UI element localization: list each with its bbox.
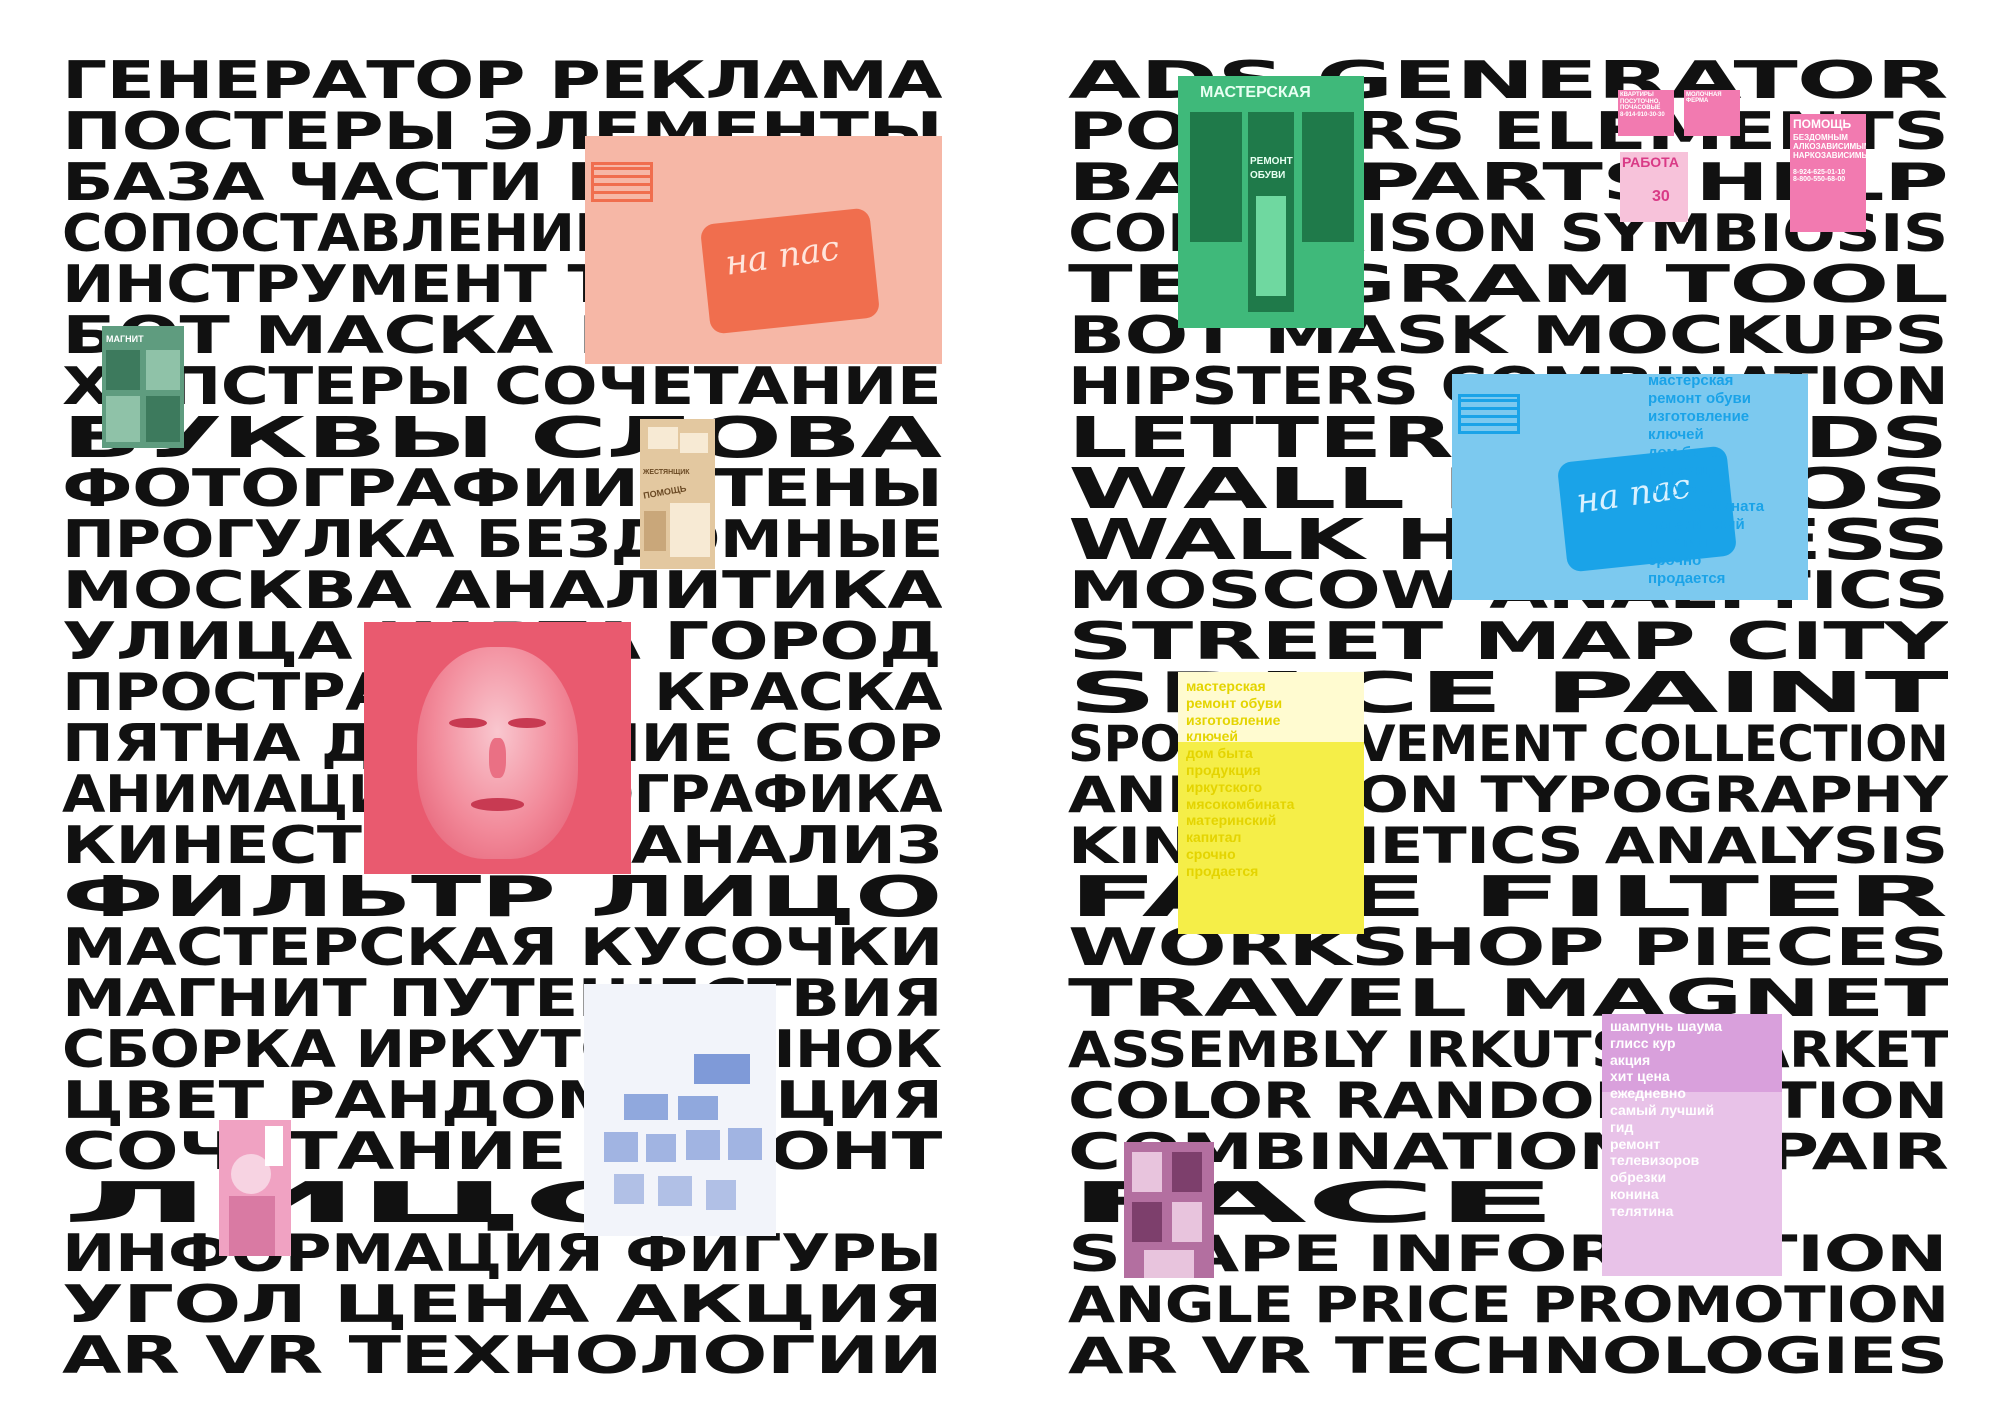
- list-item: дом быта: [1186, 745, 1253, 762]
- poster-line: ASSEMBLY IRKUTSK MARKET: [1068, 1021, 1948, 1079]
- list-item: продается: [1648, 570, 1726, 587]
- green-shop-photo: МАСТЕРСКАЯ РЕМОНТ ОБУВИ: [1178, 76, 1364, 328]
- poster-line: ЦВЕТ РАНДОМИЗАЦИЯ: [62, 1071, 942, 1131]
- list-item: мастерская: [1186, 678, 1266, 694]
- list-item: продукция: [1648, 462, 1728, 479]
- list-item: продукция: [1186, 761, 1261, 778]
- list-item: акция: [1610, 1051, 1651, 1068]
- poster-line: ГЕНЕРАТОР РЕКЛАМА: [62, 56, 942, 111]
- help-phone-1: 8-924-625-01-10: [1793, 168, 1846, 176]
- green-magnit-photo: МАГНИТ: [102, 326, 184, 448]
- poster-line: COLOR RANDOMIZATION: [1068, 1072, 1948, 1130]
- ad-work-number: 30: [1652, 188, 1670, 205]
- poster-line: МОСКВА АНАЛИТИКА: [62, 561, 942, 621]
- list-item: иркутского: [1648, 480, 1730, 497]
- list-item: ремонт обуви: [1648, 390, 1751, 407]
- list-item: телятина: [1610, 1202, 1674, 1219]
- poster-line: ФИЛЬТР ЛИЦО: [62, 865, 942, 930]
- list-item: мастерская: [1648, 374, 1734, 389]
- building-windows: [1132, 1152, 1202, 1278]
- list-item: хит цена: [1610, 1068, 1670, 1085]
- list-item: мясокомбината: [1186, 795, 1295, 812]
- list-item: дом быта: [1648, 444, 1720, 461]
- list-item: капитал: [1186, 829, 1242, 846]
- list-item: телевизоров: [1610, 1152, 1700, 1169]
- list-item: ремонт: [1610, 1135, 1661, 1152]
- list-item: срочно: [1186, 845, 1236, 862]
- mauve-building-photo: [1124, 1142, 1214, 1278]
- list-item: конина: [1610, 1185, 1659, 1202]
- shop-sign-repair: РЕМОНТ: [1250, 156, 1293, 167]
- poster-line: AR VR TECHNOLOGIES: [1068, 1327, 1948, 1377]
- poster-line: ИНФОРМАЦИЯ ФИГУРЫ: [62, 1224, 942, 1284]
- list-item: ежедневно: [1610, 1085, 1686, 1102]
- poster-line: ФОТОГРАФИИ СТЕНЫ: [62, 459, 942, 519]
- pink-ads-photo: КВАРТИРЫ ПОСУТОЧНО, ПОЧАСОВЫЕ 8-914-910-…: [1618, 90, 1748, 230]
- vent-grille: [591, 162, 653, 202]
- ad-work-title: РАБОТА: [1622, 154, 1679, 170]
- list-item: продается: [1186, 862, 1259, 879]
- list-item: гид: [1610, 1118, 1634, 1135]
- face-eye-left: [449, 717, 487, 728]
- poster-line: МАГНИТ ПУТЕШЕСТВИЯ: [62, 969, 942, 1029]
- help-body: БЕЗДОМНЫМ АЛКОЗАВИСИМЫМ НАРКОЗАВИСИМЫМ: [1793, 133, 1866, 161]
- list-item: изготовление: [1186, 711, 1281, 728]
- poster-line: ЛИЦО: [62, 1171, 675, 1236]
- poster-russian: ГЕНЕРАТОР РЕКЛАМА ПОСТЕРЫ ЭЛЕМЕНТЫ БАЗА …: [62, 56, 942, 1376]
- pink-face-photo: [364, 622, 631, 874]
- ad-apartments: КВАРТИРЫ ПОСУТОЧНО, ПОЧАСОВЫЕ 8-914-910-…: [1618, 90, 1674, 136]
- list-item: материнский: [1186, 812, 1277, 829]
- list-item: ключей: [1186, 728, 1239, 745]
- list-item: материнский: [1648, 516, 1745, 533]
- face-mouth: [470, 798, 525, 811]
- list-item: обрезки: [1610, 1169, 1667, 1186]
- tan-poster-photo: ЖЕСТЯНЩИК ПОМОЩЬ: [640, 419, 715, 569]
- pink-help-poster: ПОМОЩЬ БЕЗДОМНЫМ АЛКОЗАВИСИМЫМ НАРКОЗАВИ…: [1790, 114, 1866, 232]
- face-nose: [489, 737, 506, 779]
- list-item: глисс кур: [1610, 1034, 1676, 1051]
- list-item: капитал: [1648, 534, 1708, 551]
- face-eye-right: [508, 717, 546, 728]
- yellow-word-list: мастерская ремонт обуви изготовление клю…: [1186, 678, 1294, 880]
- ad-farm: МОЛОЧНАЯ ФЕРМА: [1684, 90, 1740, 136]
- poster-line: ANGLE PRICE PROMOTION: [1068, 1276, 1948, 1334]
- help-title: ПОМОЩЬ: [1793, 117, 1852, 131]
- ad-work: РАБОТА 30: [1620, 152, 1688, 222]
- poster-line: AR VR ТЕХНОЛОГИИ: [62, 1326, 942, 1376]
- list-item: ключей: [1648, 426, 1704, 443]
- list-item: мясокомбината: [1648, 498, 1765, 515]
- poster-line: ПРОГУЛКА БЕЗДОМНЫЕ: [62, 510, 942, 570]
- shop-sign-shoes: ОБУВИ: [1250, 170, 1286, 181]
- list-item: изготовление: [1648, 408, 1750, 425]
- ad-apartments-phone: 8-914-910-30-30: [1620, 111, 1665, 118]
- blue-word-list: мастерская ремонт обуви изготовление клю…: [1648, 374, 1764, 588]
- poster-line: БУКВЫ СЛОВА: [62, 406, 942, 471]
- yellow-list-card: мастерская ремонт обуви изготовление клю…: [1178, 672, 1364, 934]
- list-item: шампунь шаума: [1610, 1018, 1723, 1034]
- list-item: самый лучший: [1610, 1101, 1715, 1118]
- poster-line: МАСТЕРСКАЯ КУСОЧКИ: [62, 918, 942, 978]
- lilac-word-list: шампунь шаума глисс кур акция хит цена е…: [1610, 1018, 1722, 1220]
- vent-grille: [1458, 394, 1520, 434]
- list-item: срочно: [1648, 552, 1702, 569]
- lilac-list-card: шампунь шаума глисс кур акция хит цена е…: [1602, 1014, 1782, 1276]
- help-phone-2: 8-800-550-68-00: [1793, 175, 1846, 183]
- pink-portrait-photo: [219, 1120, 291, 1256]
- blue-flyers-photo: [584, 984, 776, 1236]
- poster-line: TRAVEL MAGNET: [1068, 969, 1948, 1029]
- blue-wall-photo: на пас мастерская ремонт обуви изготовле…: [1452, 374, 1808, 600]
- poster-line: СБОРКА ИРКУТСК РЫНОК: [62, 1020, 942, 1080]
- ad-apartments-text: КВАРТИРЫ ПОСУТОЧНО, ПОЧАСОВЫЕ: [1620, 92, 1661, 112]
- list-item: ремонт обуви: [1186, 694, 1283, 711]
- store-windows: [106, 350, 180, 442]
- salmon-wall-photo: на пас: [585, 136, 942, 364]
- poster-line: УГОЛ ЦЕНА АКЦИЯ: [62, 1275, 942, 1335]
- list-item: иркутского: [1186, 778, 1263, 795]
- shop-door: [1190, 112, 1354, 312]
- portrait-figure: [229, 1126, 283, 1256]
- paper-scraps: [644, 427, 710, 557]
- flyer-sheets: [604, 1054, 762, 1210]
- poster-english: ADS GENERATOR POSTERS ELEMENTS BASE PART…: [1068, 56, 1948, 1376]
